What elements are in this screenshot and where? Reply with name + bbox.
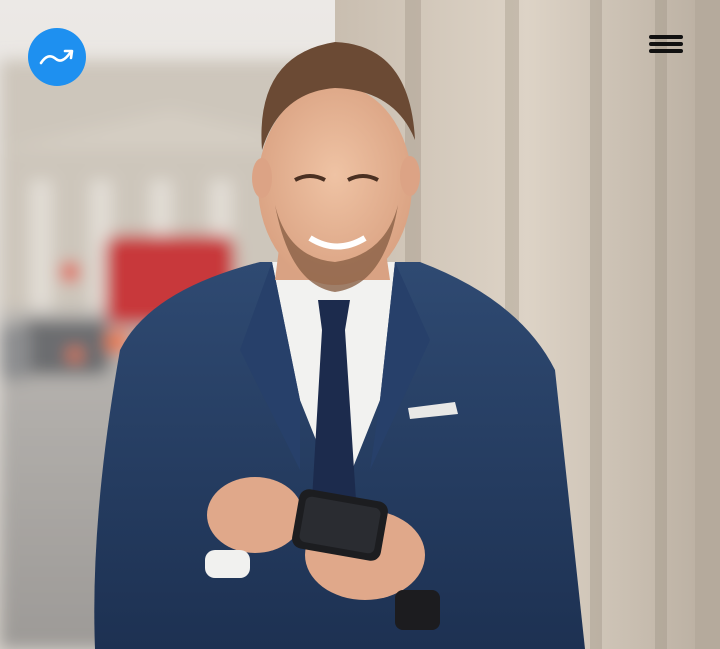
hamburger-menu-button[interactable]: [646, 30, 686, 58]
hero-photo: [0, 0, 720, 649]
hero-section: [0, 0, 720, 649]
logo[interactable]: [28, 28, 86, 86]
stock-arrow-logo-icon: [39, 49, 74, 65]
hamburger-menu-icon: [649, 35, 683, 39]
hamburger-menu-icon-bar-2: [649, 42, 683, 46]
hamburger-menu-icon-bar-3: [649, 49, 683, 53]
